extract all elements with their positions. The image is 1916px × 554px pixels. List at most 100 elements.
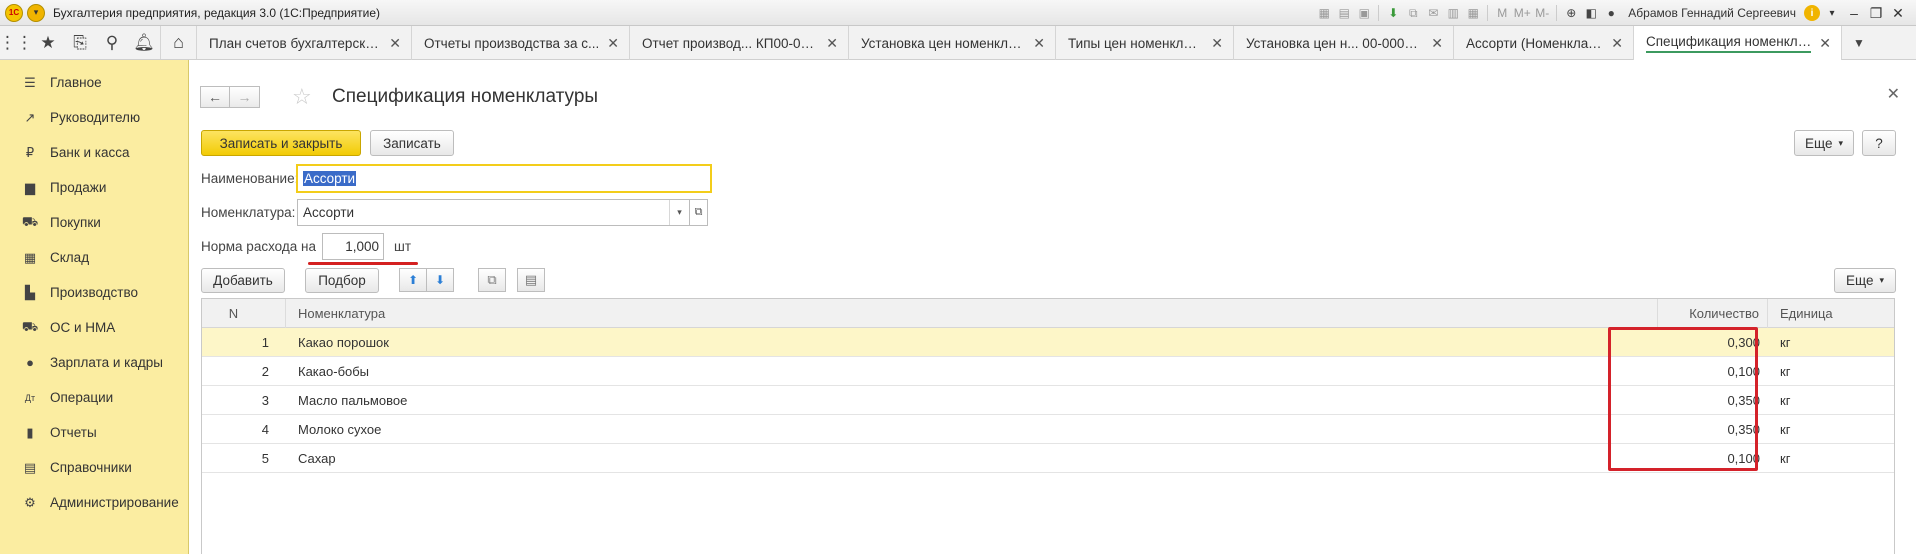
minimize-button[interactable]: – xyxy=(1844,5,1864,21)
norm-label: Норма расхода на xyxy=(201,239,316,254)
tab-production-reports[interactable]: Отчеты производства за с... ✕ xyxy=(412,26,630,60)
sidebar-item-manager[interactable]: ↗ Руководителю xyxy=(0,100,188,135)
sidebar: ☰ Главное ↗ Руководителю ₽ Банк и касса ▆ Пр… xyxy=(0,60,189,554)
save-and-close-button[interactable]: Записать и закрыть xyxy=(201,130,361,156)
row-nomenclature: Какао-бобы xyxy=(298,363,370,379)
move-up-icon[interactable]: ⬆ xyxy=(399,268,427,292)
row-number: 5 xyxy=(261,450,269,466)
download-icon[interactable]: ⬇ xyxy=(1384,4,1402,22)
sidebar-item-reports[interactable]: ▮ Отчеты xyxy=(0,415,188,450)
tab-chart-of-accounts[interactable]: План счетов бухгалтерского ... ✕ xyxy=(197,26,412,60)
page-title: Спецификация номенклатуры xyxy=(332,86,599,107)
table-more-button[interactable]: Еще ▾ xyxy=(1834,268,1896,293)
tabs-dropdown-icon[interactable]: ▼ xyxy=(1842,26,1876,59)
sidebar-item-fixed-assets[interactable]: ⛟ ОС и НМА xyxy=(0,310,188,345)
save-button[interactable]: Записать xyxy=(370,130,454,156)
calculator-icon[interactable]: ▦ xyxy=(1464,4,1482,22)
sidebar-item-operations[interactable]: Дт Операции xyxy=(0,380,188,415)
calendar-icon[interactable]: ▥ xyxy=(1444,4,1462,22)
memory-plus-button[interactable]: M+ xyxy=(1513,4,1531,22)
tab-close-icon[interactable]: ✕ xyxy=(389,35,401,52)
add-row-button[interactable]: Добавить xyxy=(201,268,285,293)
copy-icon[interactable]: ⧉ xyxy=(478,268,506,292)
main-menu-button[interactable]: ▾ xyxy=(27,3,45,22)
paste-icon[interactable]: ▤ xyxy=(517,268,545,292)
open-item-icon[interactable]: ⧉ xyxy=(689,199,708,226)
table-header: N Номенклатура Количество Единица xyxy=(202,299,1894,328)
apps-grid-icon[interactable]: ⋮⋮ xyxy=(0,26,33,60)
zoom-icon[interactable]: ⊕ xyxy=(1562,4,1580,22)
link-icon[interactable]: ⧉ xyxy=(1404,4,1422,22)
help-button[interactable]: ? xyxy=(1862,130,1896,156)
col-header-nomenclature[interactable]: Номенклатура xyxy=(286,299,1658,328)
tab-price-types[interactable]: Типы цен номенклатуры✕ xyxy=(1056,26,1234,60)
close-form-icon[interactable]: ✕ xyxy=(1887,84,1900,104)
norm-quantity-field[interactable]: 1,000 xyxy=(322,233,384,260)
close-window-button[interactable]: ✕ xyxy=(1888,5,1908,22)
name-field[interactable]: Ассорти xyxy=(296,164,712,193)
memory-m-button[interactable]: M xyxy=(1493,4,1511,22)
bell-icon[interactable]: 🔔︎ xyxy=(128,26,160,60)
mail-icon[interactable]: ✉ xyxy=(1424,4,1442,22)
warehouse-icon: ▦ xyxy=(23,249,37,265)
bar-chart-icon: ▮ xyxy=(26,424,34,440)
tab-price-setting-doc[interactable]: Установка цен н... 00-00000003 ✕ xyxy=(1234,26,1454,60)
pick-button[interactable]: Подбор xyxy=(305,268,379,293)
forward-arrow-icon[interactable]: → xyxy=(230,86,260,108)
title-bar: 1С ▾ Бухгалтерия предприятия, редакция 3… xyxy=(0,0,1916,26)
caret-down-icon: ▾ xyxy=(1838,137,1843,148)
tab-assorti-nomenclature[interactable]: Ассорти (Номенклатура)✕ xyxy=(1454,26,1634,60)
truck-icon: ⛟ xyxy=(21,318,39,334)
tab-close-icon[interactable]: ✕ xyxy=(1431,35,1443,52)
user-icon: ● xyxy=(1607,6,1615,20)
sidebar-item-bank[interactable]: ₽ Банк и касса xyxy=(0,135,188,170)
sidebar-item-sales[interactable]: ▆ Продажи xyxy=(0,170,188,205)
home-icon[interactable]: ⌂ xyxy=(161,26,197,59)
preview-icon[interactable]: ▣ xyxy=(1355,4,1373,22)
save-icon[interactable]: ▦ xyxy=(1315,4,1333,22)
restore-button[interactable]: ❐ xyxy=(1866,5,1886,22)
back-arrow-icon[interactable]: ← xyxy=(200,86,230,108)
sidebar-item-production[interactable]: ▙ Производство xyxy=(0,275,188,310)
tab-close-icon[interactable]: ✕ xyxy=(826,35,838,52)
tab-close-icon[interactable]: ✕ xyxy=(1033,35,1045,52)
col-header-quantity[interactable]: Количество xyxy=(1658,299,1768,328)
search-icon[interactable]: ⚲ xyxy=(96,26,128,60)
dt-kt-icon: Дт xyxy=(24,392,36,403)
tab-close-icon[interactable]: ✕ xyxy=(607,35,619,52)
tab-close-icon[interactable]: ✕ xyxy=(1611,35,1623,52)
row-nomenclature: Сахар xyxy=(298,450,336,466)
print-icon[interactable]: ▤ xyxy=(1335,4,1353,22)
more-button[interactable]: Еще ▾ xyxy=(1794,130,1854,156)
sidebar-item-warehouse[interactable]: ▦ Склад xyxy=(0,240,188,275)
info-icon[interactable]: i xyxy=(1804,5,1820,21)
sidebar-item-admin[interactable]: ⚙ Администрирование xyxy=(0,485,188,520)
sidebar-item-main[interactable]: ☰ Главное xyxy=(0,65,188,100)
ruble-icon: ₽ xyxy=(25,144,35,160)
tab-specification[interactable]: Спецификация номенклатуры✕ xyxy=(1634,26,1842,60)
row-number: 4 xyxy=(261,421,269,437)
tab-production-report[interactable]: Отчет производ... КП00-000001✕ xyxy=(630,26,849,60)
sidebar-item-purchases[interactable]: ⛟ Покупки xyxy=(0,205,188,240)
nomenclature-field[interactable]: Ассорти ▾ xyxy=(297,199,690,226)
move-down-icon[interactable]: ⬇ xyxy=(426,268,454,292)
col-header-unit[interactable]: Единица xyxy=(1768,299,1896,328)
highlight-box xyxy=(1608,327,1758,471)
favorites-icon[interactable]: ★ xyxy=(32,26,64,60)
col-header-n[interactable]: N xyxy=(202,299,286,328)
tab-close-icon[interactable]: ✕ xyxy=(1819,35,1831,52)
tab-price-setting[interactable]: Установка цен номенклатуры✕ xyxy=(849,26,1056,60)
sidebar-item-references[interactable]: ▤ Справочники xyxy=(0,450,188,485)
row-unit: кг xyxy=(1780,450,1791,466)
caret-down-icon[interactable]: ▾ xyxy=(1822,8,1842,19)
tab-close-icon[interactable]: ✕ xyxy=(1211,35,1223,52)
panel-icon[interactable]: ◧ xyxy=(1582,4,1600,22)
trend-icon: ↗ xyxy=(24,109,36,125)
favorite-star-icon[interactable]: ☆ xyxy=(292,84,312,110)
user-name[interactable]: Абрамов Геннадий Сергеевич xyxy=(1628,6,1796,20)
sidebar-item-salary[interactable]: ● Зарплата и кадры xyxy=(0,345,188,380)
history-icon[interactable]: ⎘ xyxy=(64,26,96,60)
memory-minus-button[interactable]: M- xyxy=(1533,4,1551,22)
form-area: ← → ☆ Спецификация номенклатуры ✕ Записа… xyxy=(190,60,1916,554)
dropdown-arrow-icon[interactable]: ▾ xyxy=(669,200,689,225)
